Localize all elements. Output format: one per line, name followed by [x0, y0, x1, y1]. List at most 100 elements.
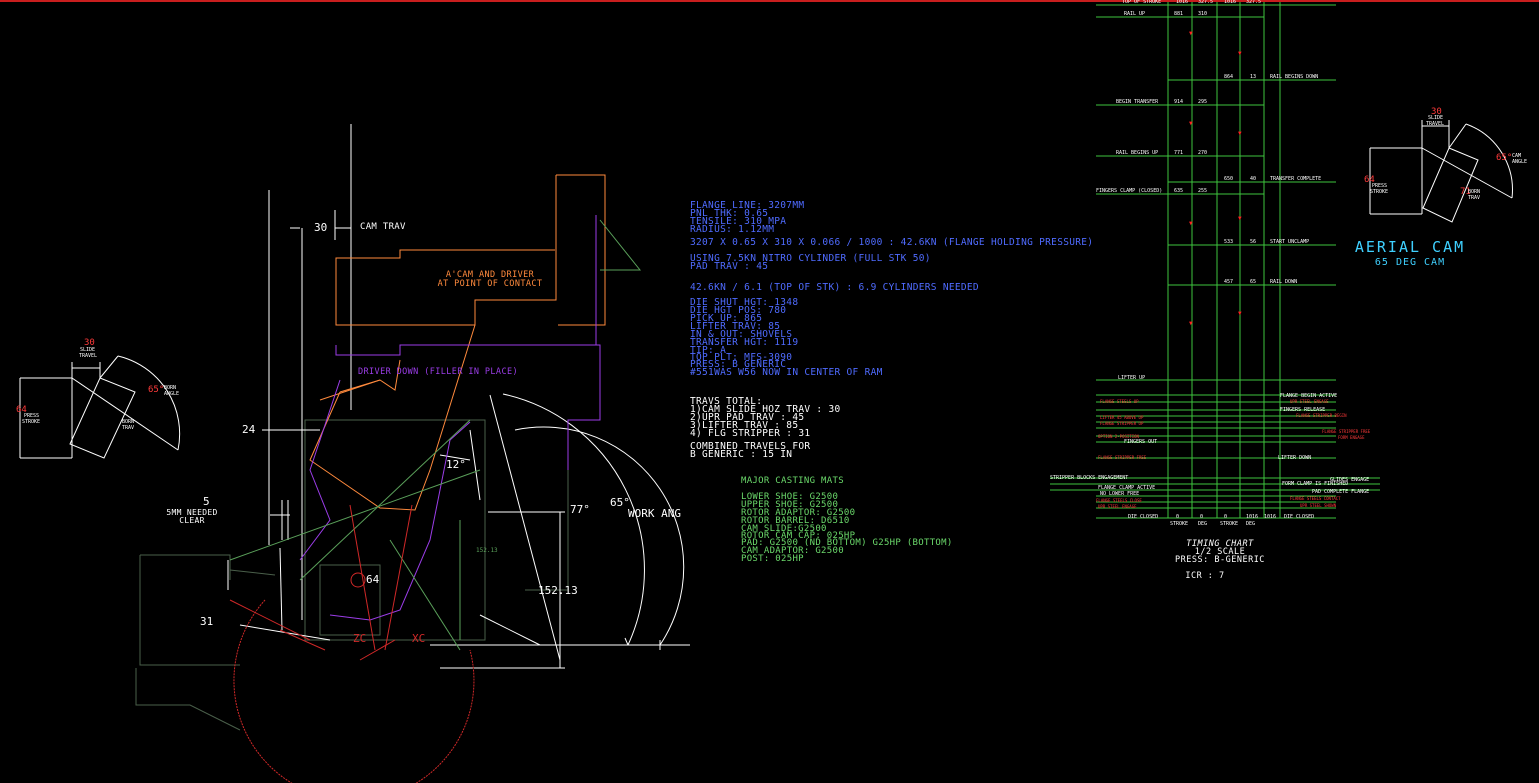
timing-row-left-b: 310 — [1198, 11, 1208, 17]
angle-77: 77° — [570, 503, 590, 516]
timing-row-left-b: 270 — [1198, 150, 1208, 156]
timing-row-left-a: 771 — [1174, 150, 1184, 156]
right-inset-angle-label-2: ANGLE — [1512, 159, 1528, 165]
cad-drawing — [19, 2, 1513, 783]
lower-left-label: FLANGE STEELS UP — [1100, 399, 1139, 404]
contact-note-2: AT POINT OF CONTACT — [437, 279, 543, 289]
timing-row-right-b: 56 — [1250, 239, 1257, 245]
die-outline — [135, 419, 569, 731]
right-inset-slide-label-2: TRAVEL — [1426, 121, 1445, 127]
timing-row-right-b: 13 — [1250, 74, 1257, 80]
lower-right-label: PAD COMPLETE FLANGE — [1312, 489, 1370, 495]
lower-left-label: LIFTER 45 ABOVE UP — [1100, 415, 1144, 420]
timing-chart-icr: ICR : 7 — [1185, 571, 1225, 581]
lower-left-label: STRIPPER BLOCKS ENGAGEMENT — [1050, 475, 1129, 481]
dim-64: 64 — [366, 573, 380, 586]
aerial-cam-subtitle: 65 DEG CAM — [1374, 257, 1446, 268]
driver-down-note: DRIVER DOWN (FILLER IN PLACE) — [358, 367, 519, 377]
dim-152-13-small: 152.13 — [476, 547, 498, 554]
timing-arrow: ▼ — [1238, 130, 1242, 137]
timing-row-left-a: 881 — [1174, 11, 1184, 17]
timing-row-left-a: 635 — [1174, 188, 1184, 194]
lower-right-label: LIFTER DOWN — [1278, 455, 1312, 461]
footer-right-3: 1016 — [1264, 514, 1277, 520]
flange-line-4: RADIUS: 1.12MM — [690, 224, 775, 235]
zc-label: ZC — [353, 632, 367, 645]
timing-arrow: ▼ — [1238, 215, 1242, 222]
clear-note-2: CLEAR — [179, 516, 205, 525]
timing-row-right-a: 533 — [1224, 239, 1234, 245]
timing-header-label: TOP OF STROKE — [1122, 0, 1162, 5]
timing-row-left-label: RAIL BEGINS UP — [1116, 150, 1159, 156]
left-inset-angle-label-2: ANGLE — [164, 391, 180, 397]
clear-value: 5 — [203, 495, 210, 508]
timing-chart-geometry — [1050, 2, 1380, 519]
left-inset-press-label-2: STROKE — [22, 419, 41, 425]
timing-row-right-b: 65 — [1250, 279, 1257, 285]
dim-31: 31 — [200, 615, 214, 628]
timing-arrow: ▼ — [1238, 310, 1242, 317]
timing-row-right-label: RAIL DOWN — [1270, 279, 1298, 285]
footer-right-2: 1016 — [1246, 514, 1259, 520]
footer-left-2: 0 — [1200, 514, 1204, 520]
lower-left-label: FLANGE STRIPPER UP — [1100, 421, 1144, 426]
lower-left-label: LIFTER UP — [1118, 375, 1146, 381]
timing-row-left-b: 255 — [1198, 188, 1208, 194]
aerial-cam-title: AERIAL CAM — [1354, 238, 1466, 256]
timing-header-3: 1016 — [1224, 0, 1237, 5]
work-ang-label: WORK ANG — [628, 507, 681, 520]
timing-arrow: ▼ — [1189, 120, 1193, 127]
timing-row-right-label: TRANSFER COMPLETE — [1270, 176, 1322, 182]
right-inset-inner-label-2: TRAV — [1468, 195, 1481, 201]
lower-right-label: FLANGE STEELS CONTACT — [1290, 496, 1341, 501]
xc-label: XC — [412, 632, 426, 645]
timing-row-left-label: RAIL UP — [1124, 11, 1146, 17]
angle-65: 65° — [610, 496, 630, 509]
frame-lines — [227, 124, 690, 669]
left-inset-inner-label-2: TRAV — [122, 425, 135, 431]
timing-row-right-b: 40 — [1250, 176, 1257, 182]
right-inset-angle-value: 65° — [1496, 153, 1513, 163]
timing-row-right-label: START UNCLAMP — [1270, 239, 1310, 245]
lower-right-label: FLANGE STRIPPER FREE — [1322, 429, 1371, 434]
timing-header-1: 1016 — [1176, 0, 1189, 5]
timing-row-right-a: 650 — [1224, 176, 1234, 182]
lower-right-label: UPR STEEL SHOWN — [1300, 503, 1337, 508]
footer-left-1: 0 — [1176, 514, 1180, 520]
timing-header-2: 327.5 — [1198, 0, 1214, 5]
lower-right-label: FORM ENGAGE — [1338, 435, 1365, 440]
cylinder-line-2: PAD TRAV : 45 — [690, 261, 769, 272]
timing-row-left-label: BEGIN TRANSFER — [1116, 99, 1159, 105]
left-inset-slide-label-2: TRAVEL — [79, 353, 98, 359]
left-inset-geometry — [19, 355, 181, 459]
dim-24: 24 — [242, 423, 256, 436]
timing-arrow: ▼ — [1189, 220, 1193, 227]
timing-row-right-label: RAIL BEGINS DOWN — [1270, 74, 1319, 80]
lower-left-label: UPR STEEL ENGAGE — [1098, 504, 1137, 509]
lower-right-label: UPR STEEL ENGAGE — [1290, 399, 1329, 404]
cam-trav-value: 30 — [314, 221, 328, 234]
lower-left-label: FLANGE STRIPPER FREE — [1098, 455, 1147, 460]
stroke-label: DEG — [1198, 521, 1208, 527]
combined-line-2: B GENERIC : 15 IN — [690, 449, 793, 460]
timing-header-4: 327.5 — [1246, 0, 1262, 5]
lower-left-label: FINGERS OUT — [1124, 439, 1158, 445]
lower-right-label: FORM CLAMP IS FINISHED — [1282, 481, 1349, 487]
timing-chart-press: PRESS: B-GENERIC — [1175, 555, 1265, 565]
stroke-label: DEG — [1246, 521, 1256, 527]
right-inset-geometry — [1369, 120, 1513, 223]
timing-arrow: ▼ — [1189, 320, 1193, 327]
lower-left-label: NO LOWER FREE — [1100, 491, 1140, 497]
timing-arrow: ▼ — [1238, 50, 1242, 57]
lower-left-label: FLANGE STEELS CLOSE — [1096, 498, 1142, 503]
footer-left-label: DIE CLOSED — [1128, 514, 1159, 520]
lower-right-label: FLANGE STRIPPER BEGIN — [1296, 413, 1347, 418]
timing-arrow: ▼ — [1189, 30, 1193, 37]
timing-row-left-a: 914 — [1174, 99, 1184, 105]
timing-row-left-label: FINGERS CLAMP (CLOSED) — [1096, 188, 1163, 194]
casting-line-9: POST: 025HP — [741, 554, 804, 564]
dim-152-13: 152.13 — [538, 584, 578, 597]
stroke-label: STROKE — [1220, 521, 1239, 527]
lower-right-label: DIE CLOSED — [1284, 514, 1315, 520]
angle-12: 12° — [446, 458, 466, 471]
